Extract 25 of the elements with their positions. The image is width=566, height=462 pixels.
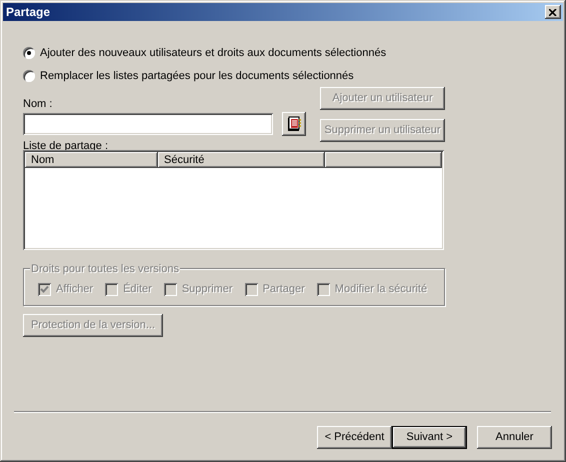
footer-button[interactable]: Suivant > (392, 426, 467, 449)
radio-button[interactable] (23, 70, 35, 82)
radio-button[interactable] (23, 47, 35, 60)
close-icon (549, 8, 557, 16)
close-button[interactable] (545, 5, 561, 19)
share-list-label: Liste de partage : (23, 139, 110, 153)
address-book-button[interactable] (282, 112, 306, 136)
column-header[interactable]: Nom (25, 152, 158, 168)
column-header[interactable]: Sécurité (158, 152, 325, 168)
name-label: Nom : (23, 97, 54, 110)
book-icon (286, 116, 302, 132)
checkbox-label: Supprimer (182, 282, 233, 297)
group-title: Droits pour toutes les versions (30, 261, 180, 278)
radio-label: Remplacer les listes partagées pour les documents sélectionnés (40, 68, 354, 84)
name-input-field[interactable] (23, 113, 273, 135)
checkbox-label: Modifier la sécurité (334, 282, 428, 297)
column-header[interactable] (325, 152, 442, 168)
radio-label: Ajouter des nouveaux utilisateurs et droits aux documents sélectionnés (40, 46, 386, 61)
footer-button[interactable]: Annuler (477, 426, 552, 449)
checkbox-label: Éditer (123, 282, 152, 297)
footer-button[interactable]: < Précédent (317, 426, 392, 449)
checkbox-label: Afficher (56, 282, 94, 297)
share-list[interactable]: Nom Sécurité (23, 150, 444, 250)
window-title: Partage (6, 4, 50, 21)
checkbox-label: Partager (262, 282, 305, 297)
